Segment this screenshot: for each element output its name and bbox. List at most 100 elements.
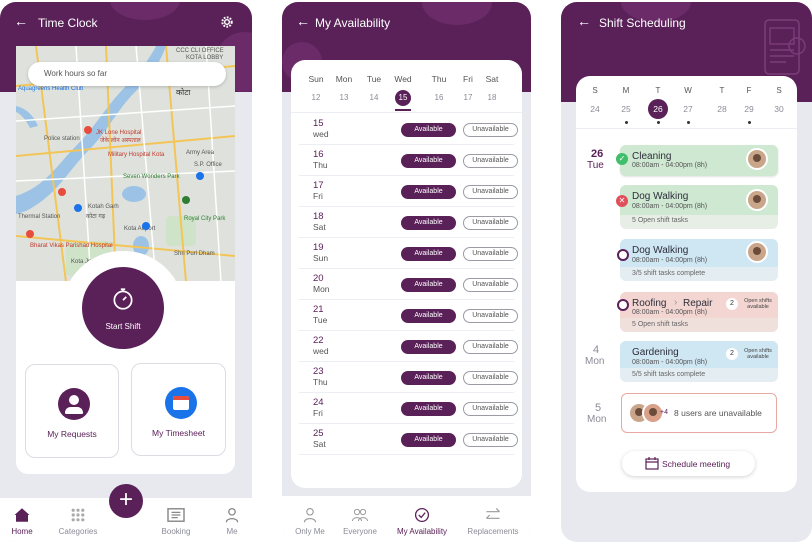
home-icon	[14, 508, 30, 522]
available-button[interactable]: Available	[401, 402, 456, 416]
task-name: Dog Walking	[632, 191, 689, 202]
row-day: Sat	[313, 439, 326, 449]
date-number[interactable]: 13	[336, 90, 352, 106]
date-number[interactable]: 18	[484, 90, 500, 106]
map-label: Thermal Station	[18, 214, 60, 220]
unavailable-users-card[interactable]: +4 8 users are unavailable	[621, 393, 777, 433]
page-title: My Availability	[315, 16, 391, 30]
tab-replacements[interactable]: Replacements	[460, 507, 526, 536]
tab-my-availability[interactable]: My Availability	[390, 507, 454, 536]
unavailable-button[interactable]: Unavailable	[463, 309, 518, 323]
weekday-label: Thu	[431, 74, 447, 84]
map-label: Kota Airport	[124, 226, 156, 232]
available-button[interactable]: Available	[401, 247, 456, 261]
my-timesheet-tile[interactable]: My Timesheet	[131, 363, 226, 456]
unavailable-button[interactable]: Unavailable	[463, 216, 518, 230]
task-card[interactable]: Gardening 08:00am - 04:00pm (8h) 5/5 shi…	[620, 341, 778, 382]
tab-everyone[interactable]: Everyone	[335, 507, 385, 536]
open-shifts-count: 2	[726, 348, 738, 360]
map-label: कोटा गढ़	[86, 212, 106, 220]
selected-date[interactable]: 15	[395, 90, 411, 106]
selected-underline	[395, 109, 411, 111]
date-number[interactable]: 28	[712, 99, 732, 119]
search-input[interactable]: Work hours so far	[28, 62, 226, 86]
my-requests-tile[interactable]: My Requests	[25, 364, 119, 458]
row-date-number: 16	[313, 149, 324, 160]
map-label: Royal City Park	[184, 216, 226, 222]
unavailable-button[interactable]: Unavailable	[463, 154, 518, 168]
available-button[interactable]: Available	[401, 371, 456, 385]
schedule-meeting-button[interactable]: Schedule meeting	[622, 451, 755, 476]
availability-row: 22 wed Available Unavailable	[299, 332, 518, 362]
date-number[interactable]: 16	[431, 90, 447, 106]
gear-icon[interactable]	[220, 15, 234, 29]
row-date: 24 Fri	[313, 398, 324, 419]
map-label: Army Area	[186, 150, 215, 156]
back-arrow-icon[interactable]: ←	[14, 13, 28, 29]
date-number[interactable]: 27	[678, 99, 698, 119]
date-number[interactable]: 29	[739, 99, 759, 119]
stopwatch-icon	[113, 288, 133, 310]
availability-row: 16 Thu Available Unavailable	[299, 146, 518, 176]
unavailable-button[interactable]: Unavailable	[463, 433, 518, 447]
row-date-number: 20	[313, 273, 324, 284]
back-arrow-icon[interactable]: ←	[296, 13, 310, 29]
unavailable-button[interactable]: Unavailable	[463, 402, 518, 416]
swap-icon	[486, 508, 500, 519]
selected-date[interactable]: 26	[648, 99, 668, 119]
scheduling-screen: ← Shift Scheduling S 24 M 25 T 26 W 27 T 28 F 29 S 30…	[561, 2, 812, 542]
available-button[interactable]: Available	[401, 309, 456, 323]
schedule-illustration-icon	[764, 19, 806, 75]
status-ring-icon	[617, 299, 629, 311]
date-number[interactable]: 30	[769, 99, 789, 119]
row-date-number: 21	[313, 304, 324, 315]
task-name: Dog Walking	[632, 245, 689, 256]
availability-row: 24 Fri Available Unavailable	[299, 394, 518, 424]
available-button[interactable]: Available	[401, 216, 456, 230]
tab-only-me[interactable]: Only Me	[285, 507, 335, 536]
date-number[interactable]: 25	[616, 99, 636, 119]
weekday-label: S	[776, 86, 782, 95]
date-number[interactable]: 24	[585, 99, 605, 119]
start-shift-label: Start Shift	[105, 322, 141, 331]
open-shifts-label: Open shifts available	[744, 298, 772, 310]
unavailable-button[interactable]: Unavailable	[463, 185, 518, 199]
available-button[interactable]: Available	[401, 123, 456, 137]
task-card[interactable]: Cleaning 08:00am - 04:00pm (8h)	[620, 145, 778, 176]
unavailable-button[interactable]: Unavailable	[463, 123, 518, 137]
back-arrow-icon[interactable]: ←	[577, 13, 591, 29]
task-card[interactable]: Dog Walking 08:00am - 04:00pm (8h) 5 Ope…	[620, 185, 778, 229]
task-time: 08:00am - 04:00pm (8h)	[632, 257, 708, 264]
task-card[interactable]: Dog Walking 08:00am - 04:00pm (8h) 3/5 s…	[620, 239, 778, 281]
map-label: Seven Wonders Park	[123, 174, 181, 180]
row-day: Fri	[313, 191, 323, 201]
tab-home[interactable]: Home	[0, 507, 47, 536]
available-button[interactable]: Available	[401, 340, 456, 354]
availability-row: 25 Sat Available Unavailable	[299, 425, 518, 455]
start-shift-button[interactable]: Start Shift	[82, 267, 164, 349]
tab-me-label: Me	[226, 527, 238, 536]
available-button[interactable]: Available	[401, 154, 456, 168]
availability-row: 23 Thu Available Unavailable	[299, 363, 518, 393]
unavailable-button[interactable]: Unavailable	[463, 247, 518, 261]
available-button[interactable]: Available	[401, 278, 456, 292]
row-date: 15 wed	[313, 119, 329, 140]
unavailable-button[interactable]: Unavailable	[463, 340, 518, 354]
task-name: Roofing	[632, 298, 667, 309]
task-card[interactable]: Roofing › Repair 08:00am - 04:00pm (8h) …	[620, 292, 778, 332]
available-button[interactable]: Available	[401, 185, 456, 199]
unavailable-button[interactable]: Unavailable	[463, 278, 518, 292]
row-day: wed	[313, 129, 329, 139]
tab-categories[interactable]: Categories	[53, 507, 103, 536]
unavailable-button[interactable]: Unavailable	[463, 371, 518, 385]
date-number[interactable]: 14	[366, 90, 382, 106]
available-button[interactable]: Available	[401, 433, 456, 447]
open-shifts-count: 2	[726, 298, 738, 310]
tab-me[interactable]: Me	[207, 507, 252, 536]
date-number[interactable]: 12	[308, 90, 324, 106]
weekday-label: Wed	[394, 74, 412, 84]
availability-row: 15 wed Available Unavailable	[299, 115, 518, 145]
date-number[interactable]: 17	[460, 90, 476, 106]
tab-booking[interactable]: Booking	[151, 507, 201, 536]
add-button[interactable]: +	[109, 484, 143, 518]
